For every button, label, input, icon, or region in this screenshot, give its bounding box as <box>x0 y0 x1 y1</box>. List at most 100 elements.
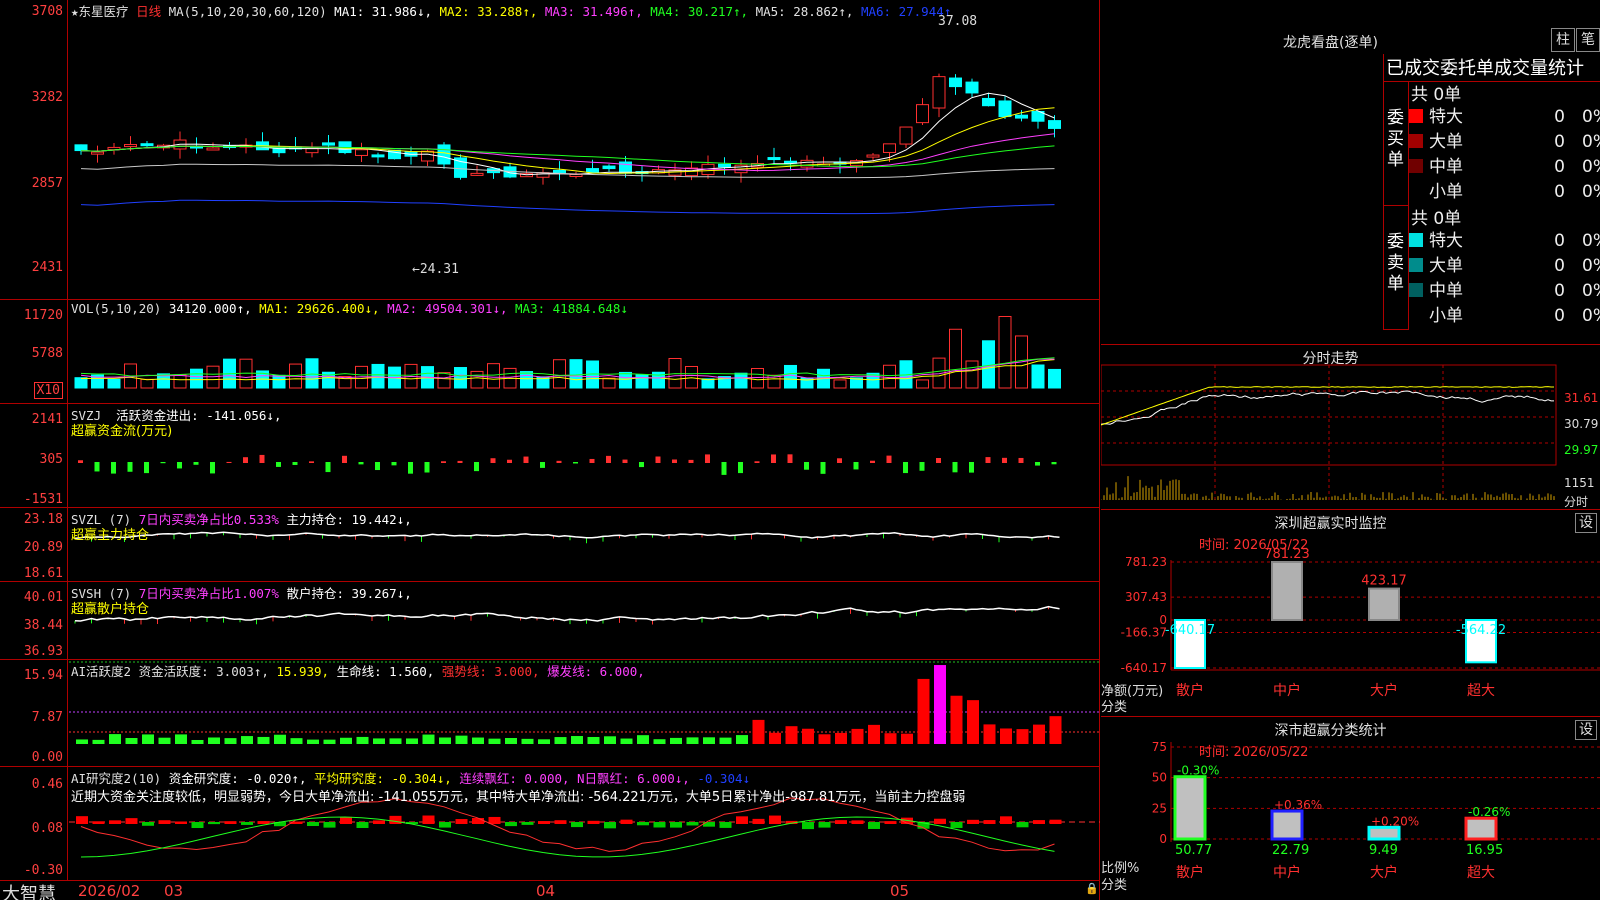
color-swatch <box>1409 109 1423 123</box>
volume-bar <box>619 371 632 389</box>
header-item: 资金活跃度: 3.003↑, <box>138 664 277 679</box>
candle-body <box>800 159 814 168</box>
volume-bar <box>74 377 88 389</box>
y-tick: -166.37 <box>1121 625 1167 639</box>
flow-bar <box>210 462 215 474</box>
date-tick: 2026/02 <box>78 882 141 900</box>
lock-icon[interactable]: 🔒 <box>1085 882 1099 895</box>
ai2-y-axis: 0.46 0.08 -0.30 <box>0 767 68 880</box>
candle-body <box>355 149 368 156</box>
research-bar <box>389 815 402 824</box>
intraday-chart[interactable] <box>1101 345 1600 510</box>
flow-bar <box>474 462 479 472</box>
flow-bar <box>903 462 908 474</box>
y-tick: 40.01 <box>23 590 63 605</box>
flow-bar <box>127 462 133 472</box>
classify-bar-chart[interactable]: 75 50 25 0 -0.30% 50.77 散户 +0.36% 22.79 中户 +0.20% 9… <box>1101 717 1600 900</box>
research-bar <box>587 820 600 824</box>
ai-research-panel[interactable]: 0.46 0.08 -0.30 AI研究度2(10) 资金研究度: -0.020… <box>0 767 1100 880</box>
y-tick: 75 <box>1152 740 1167 754</box>
candle-body <box>421 150 434 162</box>
y-tick: 38.44 <box>23 618 63 633</box>
candle-body <box>91 151 104 155</box>
bar-label: 781.23 <box>1264 547 1310 562</box>
y-tick: 50 <box>1152 771 1167 785</box>
tick-mode-button[interactable]: 笔 <box>1576 28 1600 52</box>
flow-bar <box>573 462 578 464</box>
flow-bar <box>1018 457 1024 463</box>
classify-panel[interactable]: 深市超赢分类统计 设 时间: 2026/05/22 75 50 25 0 -0.30% 5… <box>1101 717 1600 900</box>
flow-bar <box>441 461 446 463</box>
order-type: 特大 <box>1429 107 1463 127</box>
research-bar <box>158 820 171 824</box>
flow-bar <box>540 462 545 468</box>
bar-label: -564.22 <box>1456 623 1506 638</box>
classify-bar <box>1367 825 1401 841</box>
svsh-panel[interactable]: 40.01 38.44 36.93 SVSH (7) 7日内买卖净占比1.007… <box>0 582 1100 660</box>
activity-bar <box>142 734 154 744</box>
candle-body <box>206 147 220 151</box>
order-row: 特大 0 0% <box>1383 102 1600 127</box>
flow-bar <box>1002 457 1007 463</box>
flow-bar <box>771 454 776 463</box>
y-tick: 18.61 <box>23 566 63 581</box>
y-tick: 5788 <box>31 346 63 361</box>
flow-bar <box>342 455 347 463</box>
category-label: 中户 <box>1273 682 1301 699</box>
volume-panel[interactable]: 11720 5788 X10 VOL(5,10,20) 34120.000↑, … <box>0 300 1100 404</box>
low-price-label: ←24.31 <box>412 262 459 277</box>
activity-bar <box>604 736 616 744</box>
research-bar <box>455 819 468 824</box>
flow-bar <box>870 460 875 463</box>
activity-bar <box>703 737 715 744</box>
monitor-bar-chart[interactable]: 781.23307.430-166.37-640.17-640.17散户781.… <box>1101 510 1600 717</box>
high-price-label: 37.08 <box>938 14 978 29</box>
flow-bar <box>622 459 628 463</box>
order-row: 特大 0 0% <box>1383 226 1600 251</box>
ai-activity-panel[interactable]: 15.94 7.87 0.00 AI活跃度2 资金活跃度: 3.003↑, 15… <box>0 660 1100 767</box>
y-tick: 0.00 <box>31 750 63 765</box>
y-tick: 3708 <box>31 4 63 19</box>
volume-bar <box>1048 368 1061 389</box>
activity-bar <box>653 739 666 744</box>
flow-bar <box>556 460 562 463</box>
svsh-subtitle: 超赢散户持仓 <box>71 602 150 617</box>
activity-bar <box>109 734 121 744</box>
vol-y-axis: 11720 5788 X10 <box>0 300 68 403</box>
order-row: 小单 0 0% <box>1383 177 1600 202</box>
activity-bar <box>488 738 501 744</box>
candlestick-chart[interactable] <box>69 0 1100 300</box>
header-item: MA5: 28.862↑, <box>755 4 861 19</box>
research-bar <box>686 822 699 826</box>
volume-bar <box>140 378 154 389</box>
svzj-panel[interactable]: 2141 305 -1531 SVZJ 活跃资金进出: -141.056↓, 超… <box>0 404 1100 508</box>
order-pct: 0% <box>1582 107 1600 127</box>
activity-bar <box>208 737 220 744</box>
y-tick: 0.08 <box>31 821 63 836</box>
longhu-panel: 龙虎看盘(逐单) 柱 笔 已成交委托单成交量统计 委买单 共 0单 特大00%大… <box>1101 0 1600 345</box>
flow-bar <box>853 462 859 470</box>
flow-bar <box>160 462 166 464</box>
activity-bar <box>835 732 847 744</box>
flow-bar <box>688 459 694 463</box>
category-label: 大户 <box>1370 864 1398 881</box>
monitor-xlabel: 分类 <box>1101 700 1128 715</box>
monitor-panel[interactable]: 深圳超赢实时监控 设 时间: 2026/05/22 781.23 307.43 0-… <box>1101 510 1600 717</box>
chart-area[interactable]: 3708 3282 2857 2431 ★东星医疗 日线 MA(5,10,20,… <box>0 0 1100 900</box>
value-label: 50.77 <box>1175 843 1212 858</box>
research-bar <box>505 822 517 827</box>
activity-bar <box>323 739 336 744</box>
volume-bar <box>602 377 616 389</box>
ai2-header: AI研究度2(10) 资金研究度: -0.020↑, 平均研究度: -0.304… <box>71 768 750 787</box>
research-bar <box>257 821 270 824</box>
svzl-panel[interactable]: 23.18 20.89 18.61 SVZL (7) 7日内买卖净占比0.533… <box>0 508 1100 582</box>
kline-panel[interactable]: 3708 3282 2857 2431 ★东星医疗 日线 MA(5,10,20,… <box>0 0 1100 300</box>
flow-bar <box>1035 462 1040 466</box>
activity-bar <box>736 735 748 744</box>
intraday-panel[interactable]: 分时走势 31.61 30.79 29.97 1151 分时 <box>1101 345 1600 510</box>
order-row: 小单 0 0% <box>1383 301 1600 326</box>
bar-mode-button[interactable]: 柱 <box>1551 28 1575 52</box>
research-bar <box>868 822 880 829</box>
flow-bar <box>952 462 958 473</box>
activity-bar <box>76 739 88 744</box>
